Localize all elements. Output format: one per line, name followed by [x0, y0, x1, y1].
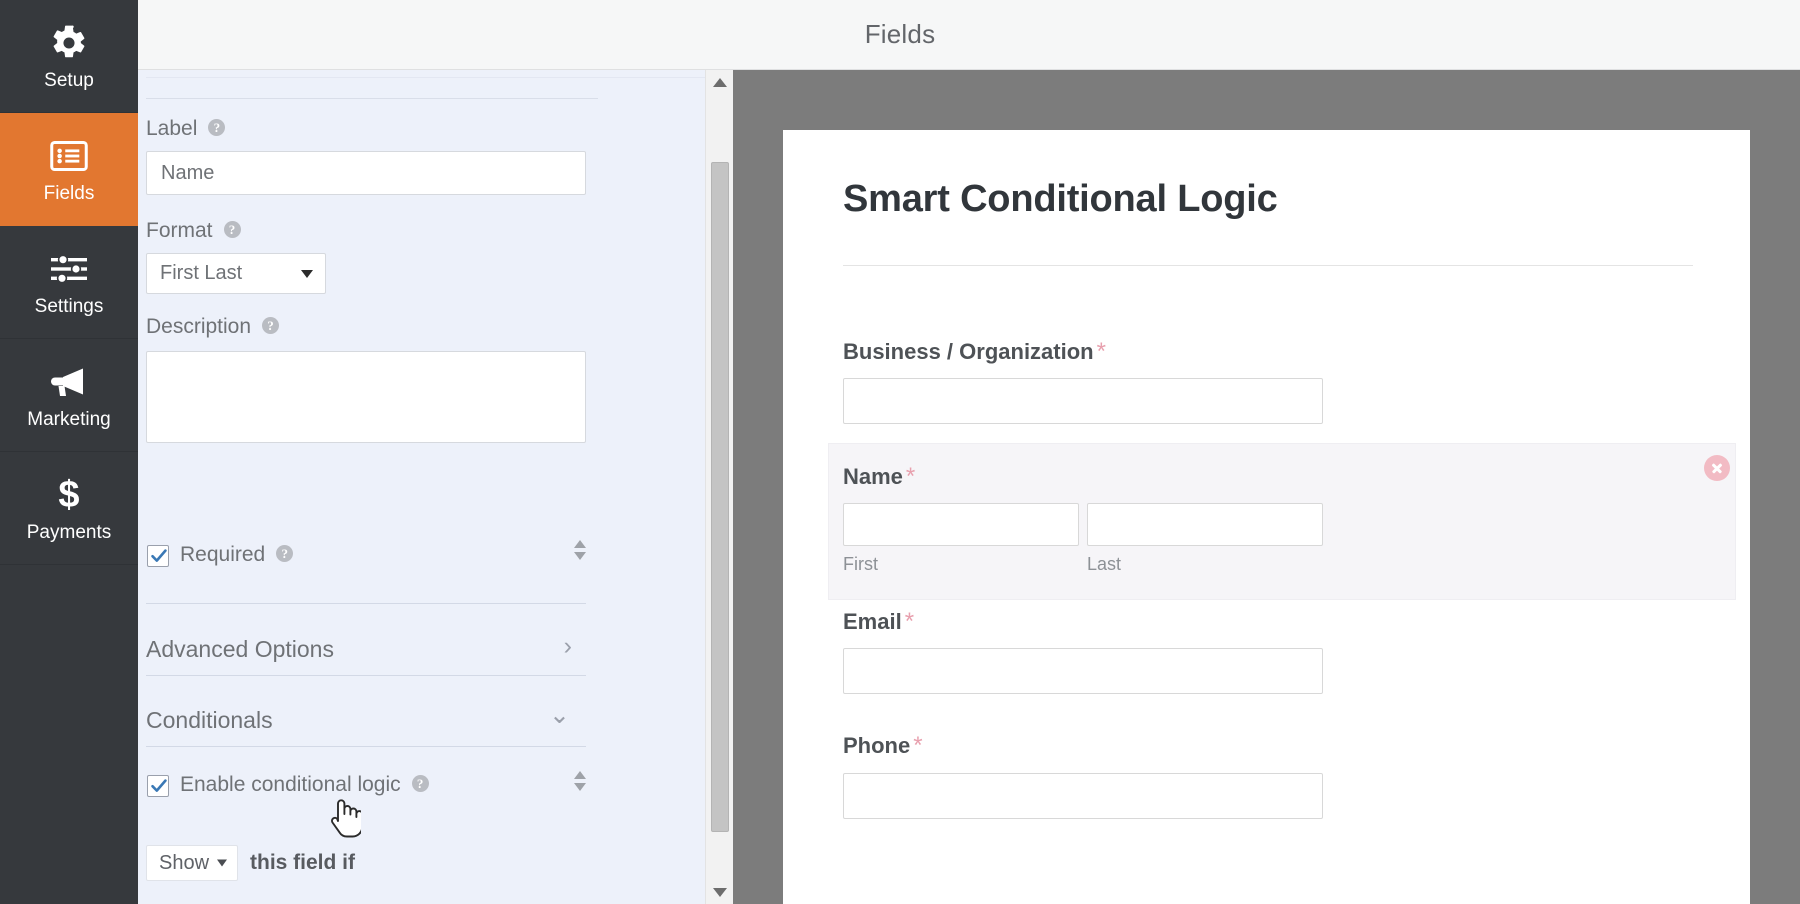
label-field-caption-text: Label [146, 117, 197, 140]
form-preview-pane: Smart Conditional Logic Business / Organ… [733, 70, 1800, 904]
field-options-panel: Label? Format? First Last Description? [138, 70, 733, 904]
top-header-bar: Fields [0, 0, 1800, 70]
required-asterisk: * [913, 732, 922, 759]
conditional-logic-help-icon[interactable]: ? [412, 775, 429, 792]
business-organization-input[interactable] [843, 378, 1323, 424]
name-first-sublabel: First [843, 554, 878, 575]
conditional-action-value: Show [159, 852, 209, 875]
form-title: Smart Conditional Logic [843, 178, 1278, 221]
form-preview-card: Smart Conditional Logic Business / Organ… [783, 130, 1750, 904]
sidebar-label-fields: Fields [44, 183, 95, 205]
email-label: Email* [843, 608, 914, 636]
conditionals-label: Conditionals [146, 707, 273, 734]
close-circle-icon[interactable] [1704, 455, 1730, 481]
name-last-input[interactable] [1087, 503, 1323, 546]
required-help-icon[interactable]: ? [276, 545, 293, 562]
form-list-icon [50, 133, 88, 179]
name-label: Name* [843, 463, 915, 491]
business-organization-label-text: Business / Organization [843, 339, 1094, 364]
description-field-caption: Description? [146, 315, 279, 339]
sidebar-label-setup: Setup [44, 70, 94, 92]
options-panel-scrollbar[interactable] [705, 70, 733, 904]
chevron-down-icon [301, 270, 313, 278]
description-textarea[interactable] [146, 351, 586, 443]
sidebar-item-payments[interactable]: $ Payments [0, 452, 138, 565]
enable-conditional-logic-label: Enable conditional logic? [180, 773, 429, 797]
conditional-rule-text: this field if [250, 851, 355, 875]
sidebar-item-fields[interactable]: Fields [0, 113, 138, 226]
required-asterisk: * [905, 608, 914, 635]
dollar-icon: $ [56, 472, 82, 518]
scrollbar-up-arrow[interactable] [706, 70, 734, 94]
scrollbar-thumb[interactable] [711, 162, 729, 832]
label-help-icon[interactable]: ? [208, 119, 225, 136]
phone-label-text: Phone [843, 733, 910, 758]
sidebar-label-settings: Settings [35, 296, 104, 318]
scrollbar-down-arrow[interactable] [706, 880, 734, 904]
panel-top-divider [146, 70, 706, 78]
description-help-icon[interactable]: ? [262, 317, 279, 334]
format-help-icon[interactable]: ? [224, 221, 241, 238]
required-label-text: Required [180, 543, 265, 566]
name-first-input[interactable] [843, 503, 1079, 546]
enable-conditional-logic-checkbox[interactable] [147, 775, 169, 797]
divider-top [146, 98, 598, 99]
advanced-options-section[interactable]: Advanced Options › [146, 624, 586, 680]
email-input[interactable] [843, 648, 1323, 694]
conditional-action-select[interactable]: Show [146, 845, 238, 881]
label-field-caption: Label? [146, 117, 225, 141]
phone-label: Phone* [843, 732, 923, 760]
format-select[interactable]: First Last [146, 253, 326, 294]
label-input[interactable] [146, 151, 586, 195]
sidebar-label-marketing: Marketing [27, 409, 110, 431]
divider-above-advanced [146, 603, 586, 604]
sidebar-item-marketing[interactable]: Marketing [0, 339, 138, 452]
divider-below-conditionals [146, 746, 586, 747]
sliders-icon [49, 246, 89, 292]
name-last-sublabel: Last [1087, 554, 1121, 575]
form-builder-app: Fields Setup [0, 0, 1800, 904]
format-field-caption-text: Format [146, 219, 213, 242]
name-label-text: Name [843, 464, 903, 489]
conditionals-section[interactable]: Conditionals ⌄ [146, 695, 586, 751]
required-checkbox[interactable] [147, 545, 169, 567]
main-sidebar: Setup Fields [0, 0, 138, 904]
enable-conditional-logic-text: Enable conditional logic [180, 773, 401, 796]
megaphone-icon [49, 359, 89, 405]
title-divider [843, 265, 1693, 266]
divider-above-conditionals [146, 675, 586, 676]
required-label: Required? [180, 543, 293, 567]
sidebar-item-settings[interactable]: Settings [0, 226, 138, 339]
required-asterisk: * [1097, 338, 1106, 365]
svg-text:$: $ [58, 475, 79, 515]
phone-input[interactable] [843, 773, 1323, 819]
page-title: Fields [0, 0, 1800, 69]
gear-icon [50, 20, 88, 66]
chevron-down-icon[interactable]: ⌄ [549, 703, 570, 728]
format-select-value: First Last [160, 262, 242, 285]
required-asterisk: * [906, 463, 915, 490]
chevron-right-icon[interactable]: › [564, 634, 572, 659]
advanced-options-label: Advanced Options [146, 636, 334, 663]
format-field-caption: Format? [146, 219, 241, 243]
required-stepper[interactable] [570, 535, 590, 565]
conditional-logic-stepper[interactable] [570, 766, 590, 796]
chevron-down-icon [217, 860, 227, 867]
sidebar-label-payments: Payments [27, 522, 111, 544]
email-label-text: Email [843, 609, 902, 634]
description-field-caption-text: Description [146, 315, 251, 338]
business-organization-label: Business / Organization* [843, 338, 1106, 366]
sidebar-item-setup[interactable]: Setup [0, 0, 138, 113]
